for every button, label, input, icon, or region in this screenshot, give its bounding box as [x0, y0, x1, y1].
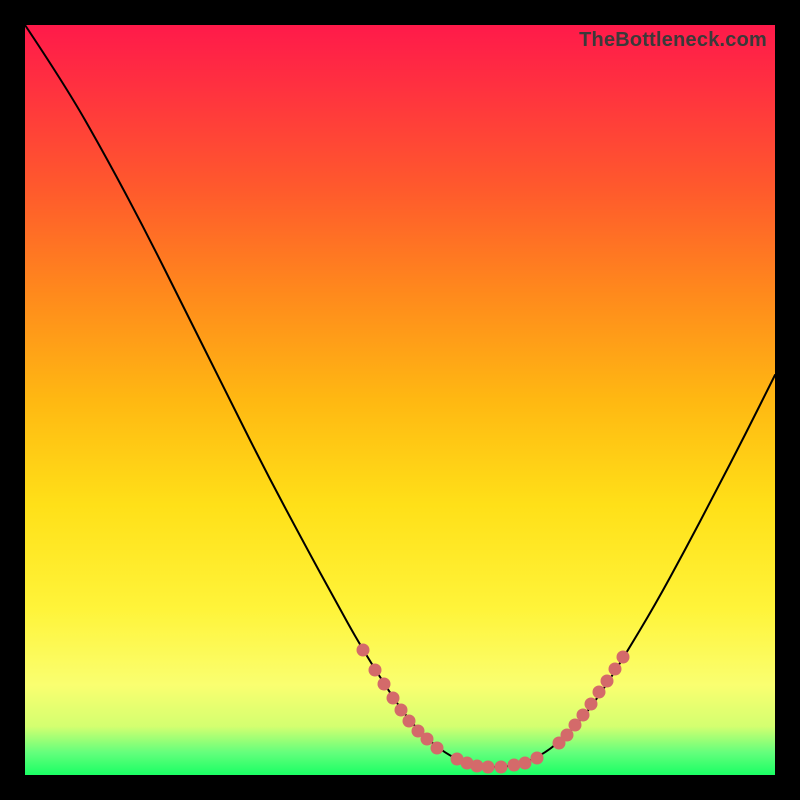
curve-marker: [531, 752, 544, 765]
curve-marker: [378, 678, 391, 691]
curve-marker: [369, 664, 382, 677]
curve-marker: [471, 760, 484, 773]
bottleneck-curve: [25, 25, 775, 767]
curve-marker: [609, 663, 622, 676]
curve-markers-right: [553, 651, 630, 750]
curve-marker: [519, 757, 532, 770]
curve-marker: [617, 651, 630, 664]
curve-marker: [508, 759, 521, 772]
curve-marker: [357, 644, 370, 657]
curve-marker: [601, 675, 614, 688]
curve-marker: [495, 761, 508, 774]
curve-marker: [577, 709, 590, 722]
curve-svg: [25, 25, 775, 775]
plot-area: TheBottleneck.com: [25, 25, 775, 775]
curve-marker: [395, 704, 408, 717]
curve-marker: [421, 733, 434, 746]
curve-marker: [482, 761, 495, 774]
curve-markers-bottom: [451, 752, 544, 774]
curve-marker: [431, 742, 444, 755]
curve-marker: [403, 715, 416, 728]
curve-marker: [585, 698, 598, 711]
curve-marker: [593, 686, 606, 699]
chart-stage: TheBottleneck.com: [0, 0, 800, 800]
curve-marker: [387, 692, 400, 705]
